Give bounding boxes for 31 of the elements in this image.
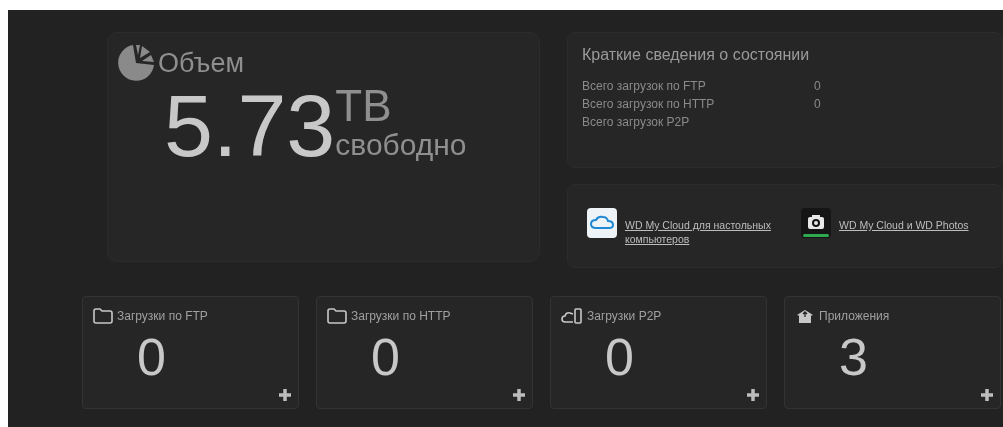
folder-icon — [93, 308, 113, 324]
free-space-label: свободно — [335, 129, 467, 160]
add-icon[interactable] — [746, 388, 760, 402]
tile-count: 3 — [838, 331, 868, 383]
summary-value: 0 — [814, 78, 821, 92]
pie-chart-icon — [116, 43, 156, 84]
summary-label: Всего загрузок по HTTP — [582, 96, 716, 110]
tile-count: 0 — [136, 331, 166, 383]
add-icon[interactable] — [278, 388, 292, 402]
folder-icon — [327, 308, 347, 324]
free-space-unit: TB — [335, 83, 393, 128]
tile-count: 0 — [370, 331, 400, 383]
tile-title: Загрузки по FTP — [117, 308, 208, 325]
summary-label: Всего загрузок P2P — [582, 114, 691, 128]
apps-box-icon — [795, 308, 815, 324]
cloud-app-icon — [587, 208, 617, 238]
add-icon[interactable] — [512, 388, 526, 402]
summary-value: 0 — [814, 96, 821, 110]
cloud-device-icon — [561, 308, 583, 324]
tile-title: Загрузки P2P — [587, 308, 662, 325]
volume-title: Объем — [158, 47, 245, 80]
app-link[interactable]: WD My Cloud для настольных компьютеров — [625, 218, 775, 246]
free-space-value: 5.73 — [164, 81, 336, 170]
camera-app-icon — [801, 208, 831, 238]
summary-label: Всего загрузок по FTP — [582, 78, 707, 92]
tile-title: Приложения — [819, 308, 890, 325]
summary-title: Краткие сведения о состоянии — [582, 45, 811, 65]
tile-title: Загрузки по HTTP — [351, 308, 451, 325]
app-link[interactable]: WD My Cloud и WD Photos — [839, 218, 969, 232]
tile-count: 0 — [604, 331, 634, 383]
add-icon[interactable] — [980, 388, 994, 402]
